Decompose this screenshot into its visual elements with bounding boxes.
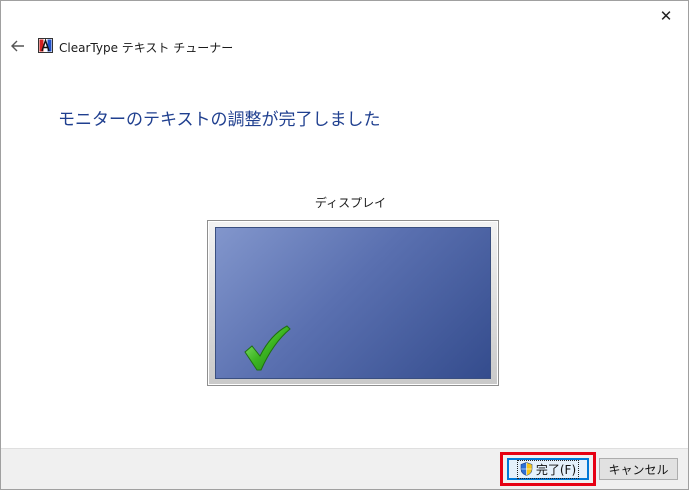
close-button[interactable]: ✕ xyxy=(644,1,688,31)
finish-button-label: 完了(F) xyxy=(535,462,577,477)
cleartype-app-icon xyxy=(38,38,53,53)
checkmark-icon xyxy=(244,325,291,371)
close-icon: ✕ xyxy=(659,7,673,25)
page-title: モニターのテキストの調整が完了しました xyxy=(58,110,381,130)
display-label: ディスプレイ xyxy=(314,196,387,210)
back-arrow-icon[interactable] xyxy=(9,37,27,55)
monitor-illustration xyxy=(207,220,499,386)
cleartype-window: ✕ ClearType テキスト チューナー モニターのテキストの調整が完了しま… xyxy=(0,0,689,490)
app-title: ClearType テキスト チューナー xyxy=(59,41,234,55)
finish-button[interactable]: 完了(F) xyxy=(507,458,589,480)
finish-button-content: 完了(F) xyxy=(516,459,580,479)
titlebar: ClearType テキスト チューナー xyxy=(1,31,688,61)
cancel-button[interactable]: キャンセル xyxy=(599,458,678,480)
monitor-screen xyxy=(215,227,491,379)
cancel-button-label: キャンセル xyxy=(608,462,669,477)
uac-shield-icon xyxy=(520,462,533,476)
